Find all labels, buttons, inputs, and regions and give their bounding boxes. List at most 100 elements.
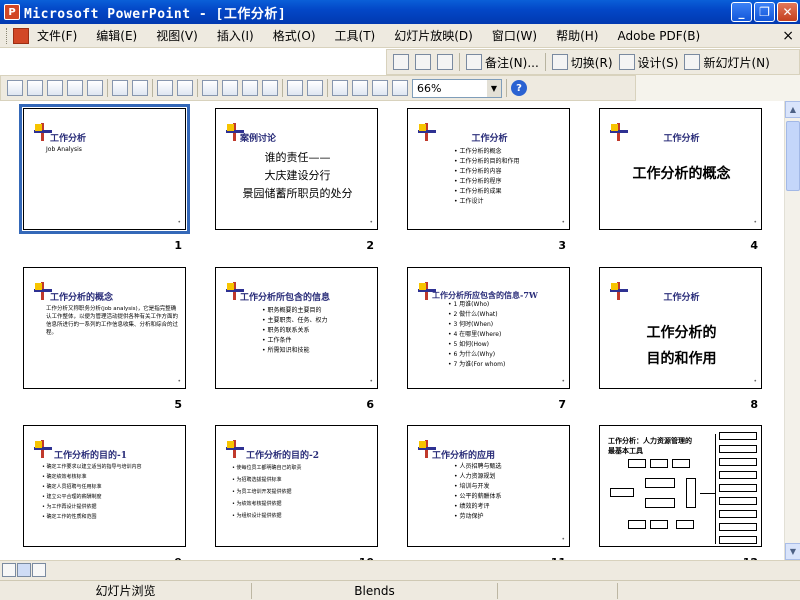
scroll-down-icon[interactable]: ▼ [785,543,800,560]
slide-number: 8 [750,398,758,411]
scroll-up-icon[interactable]: ▲ [785,101,800,118]
slide-text-line: 景园储蓄所职员的处分 [242,187,353,200]
list-item: 职务概要的主要目的 [262,306,327,316]
print-icon[interactable] [112,80,128,96]
toolbar-empty-area [636,75,800,101]
slide-thumbnail-6[interactable]: 工作分析所包含的信息 职务概要的主要目的 主要职责、任务、权力 职务的联系关系 … [215,267,378,389]
normal-view-icon[interactable] [2,563,16,577]
paste-icon[interactable] [242,80,258,96]
slide-number: 2 [366,239,374,252]
design-button[interactable]: 设计(S) [618,54,678,71]
list-item: 劳动保护 [454,512,501,522]
slide-heading-line: 目的和作用 [646,351,717,367]
open-icon[interactable] [27,80,43,96]
menu-format[interactable]: 格式(O) [273,27,316,44]
menu-help[interactable]: 帮助(H) [556,27,598,44]
summary-slide-icon[interactable] [437,54,453,70]
list-item: 确定工作要求以建立适当的指导与培训内容 [42,462,182,472]
slide-text-line: 大庆建设分行 [264,169,331,182]
redo-icon[interactable] [307,80,323,96]
slide-title: 工作分析 [663,134,700,144]
document-icon[interactable] [13,27,29,44]
research-icon[interactable] [177,80,193,96]
slide-title: 工作分析 [471,134,508,144]
slide-sorter-view-icon[interactable] [17,563,31,577]
document-close-icon[interactable]: × [782,28,794,44]
rehearse-timings-icon[interactable] [415,54,431,70]
slide-bullet-list: 使每位员工都明确自己的职责 为招聘选拔提供标准 为员工培训开发提供依据 为绩效考… [232,462,374,522]
chevron-down-icon[interactable]: ▼ [487,79,501,97]
slide-thumbnail-12[interactable]: 工作分析：人力资源管理的最基本工具 [599,425,762,547]
undo-icon[interactable] [287,80,303,96]
slide-thumbnail-5[interactable]: 工作分析的概念 工作分析又称职务分析(job analysis)，它是指完整确认… [23,267,186,389]
slide-text-line: 谁的责任—— [264,151,331,164]
help-icon[interactable]: ? [511,80,527,96]
menu-adobe-pdf[interactable]: Adobe PDF(B) [617,29,700,43]
show-formatting-icon[interactable] [352,80,368,96]
hide-slide-icon[interactable] [393,54,409,70]
slide-thumbnail-2[interactable]: 案例讨论 谁的责任—— 大庆建设分行 景园储蓄所职员的处分 • [215,108,378,230]
notes-button[interactable]: 备注(N)... [466,54,539,71]
menu-bar: 文件(F) 编辑(E) 视图(V) 插入(I) 格式(O) 工具(T) 幻灯片放… [0,24,800,48]
slide-number: 1 [174,239,182,252]
design-icon [618,54,635,70]
view-bar [0,560,800,580]
color-grayscale-icon[interactable] [392,80,408,96]
zoom-select[interactable]: 66% ▼ [412,78,502,98]
slide-thumbnail-1[interactable]: 工作分析 Job Analysis • [19,104,190,234]
menu-tools[interactable]: 工具(T) [335,27,376,44]
slide-thumbnail-11[interactable]: 工作分析的应用 人员招聘与甄选 人力资源规划 培训与开发 公平的薪酬体系 绩效的… [407,425,570,547]
transition-button[interactable]: 切换(R) [551,54,613,71]
status-view-name: 幻灯片浏览 [0,582,252,599]
copy-icon[interactable] [222,80,238,96]
slide-thumbnail-8[interactable]: 工作分析 工作分析的 目的和作用 • [599,267,762,389]
list-item: 1 用谁(Who) [448,300,505,310]
slide-thumbnail-7[interactable]: 工作分析所应包含的信息-7W 1 用谁(Who) 2 做什么(What) 3 何… [407,267,570,389]
status-bar: 幻灯片浏览 Blends [0,580,800,600]
menu-insert[interactable]: 插入(I) [217,27,254,44]
expand-all-icon[interactable] [332,80,348,96]
close-button[interactable]: ✕ [777,2,798,22]
spelling-icon[interactable] [157,80,173,96]
save-icon[interactable] [47,80,63,96]
list-item: 7 为谁(For whom) [448,360,505,370]
minimize-button[interactable]: _ [731,2,752,22]
new-slide-button[interactable]: 新幻灯片(N) [684,54,770,71]
restore-button[interactable]: ❐ [754,2,775,22]
slide-title: 工作分析的概念 [50,293,114,303]
list-item: 职务的联系关系 [262,326,327,336]
slide-number: 4 [750,239,758,252]
email-icon[interactable] [87,80,103,96]
status-design-name: Blends [252,582,498,599]
print-preview-icon[interactable] [132,80,148,96]
vertical-scrollbar[interactable]: ▲ ▼ [784,101,800,560]
slideshow-view-icon[interactable] [32,563,46,577]
toolbar-separator [506,79,507,97]
powerpoint-icon[interactable]: P [4,4,20,20]
menu-file[interactable]: 文件(F) [37,27,77,44]
slide-bullet-list: 工作分析的概念 工作分析的目的和作用 工作分析的内容 工作分析的程序 工作分析的… [454,147,519,207]
slide-thumbnail-4[interactable]: 工作分析 工作分析的概念 • [599,108,762,230]
slide-heading: 工作分析的概念 [632,166,731,182]
permission-icon[interactable] [67,80,83,96]
slide-title: 工作分析的目的-1 [54,451,127,461]
new-slide-label: 新幻灯片(N) [703,55,770,70]
list-item: 建立公平合理的薪酬制度 [42,492,182,502]
slide-thumbnail-9[interactable]: 工作分析的目的-1 确定工作要求以建立适当的指导与培训内容 确定绩效考核标准 确… [23,425,186,547]
format-painter-icon[interactable] [262,80,278,96]
slide-thumbnail-10[interactable]: 工作分析的目的-2 使每位员工都明确自己的职责 为招聘选拔提供标准 为员工培训开… [215,425,378,547]
cut-icon[interactable] [202,80,218,96]
menu-view[interactable]: 视图(V) [156,27,198,44]
toolbar-separator [459,53,460,71]
slide-thumbnail-3[interactable]: 工作分析 工作分析的概念 工作分析的目的和作用 工作分析的内容 工作分析的程序 … [407,108,570,230]
menu-edit[interactable]: 编辑(E) [96,27,137,44]
scrollbar-thumb[interactable] [786,121,800,191]
notes-label: 备注(N)... [485,55,539,70]
menu-slideshow[interactable]: 幻灯片放映(D) [394,27,473,44]
show-grid-icon[interactable] [372,80,388,96]
toolbar-grip[interactable] [6,27,9,44]
list-item: 人员招聘与甄选 [454,462,501,472]
menu-window[interactable]: 窗口(W) [492,27,537,44]
new-icon[interactable] [7,80,23,96]
slide-title: 工作分析：人力资源管理的最基本工具 [608,436,692,455]
